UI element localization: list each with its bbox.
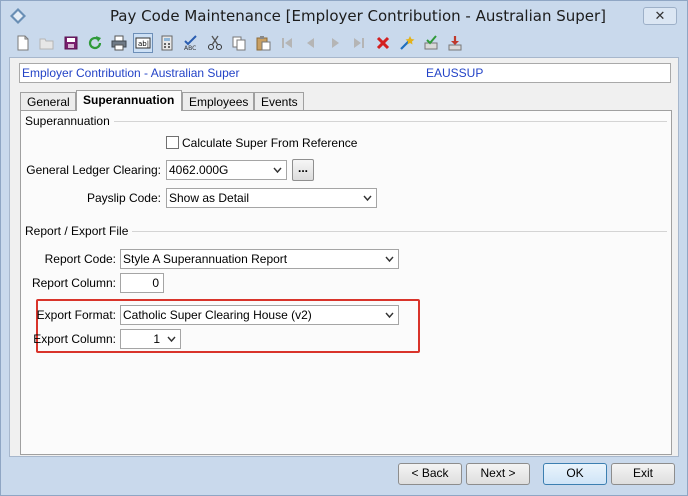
- last-record-icon[interactable]: [349, 33, 369, 53]
- gl-clearing-combo[interactable]: 4062.000G: [166, 160, 287, 180]
- chevron-down-icon: [363, 195, 372, 202]
- refresh-icon[interactable]: [85, 33, 105, 53]
- tab-events[interactable]: Events: [254, 92, 304, 110]
- delete-icon[interactable]: [373, 33, 393, 53]
- pay-code-header: Employer Contribution - Australian Super…: [19, 63, 671, 83]
- client-area: Employer Contribution - Australian Super…: [9, 57, 679, 485]
- svg-text:ab|: ab|: [138, 40, 149, 48]
- print-icon[interactable]: [109, 33, 129, 53]
- chevron-down-icon: [385, 312, 394, 319]
- chevron-down-icon: [273, 167, 282, 174]
- pay-code-name: Employer Contribution - Australian Super: [22, 66, 240, 80]
- tab-superannuation[interactable]: Superannuation: [76, 90, 182, 111]
- tab-general[interactable]: General: [20, 92, 76, 110]
- new-icon[interactable]: [13, 33, 33, 53]
- cut-icon[interactable]: [205, 33, 225, 53]
- gl-clearing-value: 4062.000G: [169, 163, 229, 177]
- exit-button[interactable]: Exit: [611, 463, 675, 485]
- export-column-value: 1: [153, 332, 160, 346]
- report-code-label: Report Code:: [44, 252, 116, 266]
- superannuation-group-title: Superannuation: [25, 114, 114, 128]
- superannuation-panel: Superannuation Calculate Super From Refe…: [20, 110, 672, 455]
- pay-code-id: EAUSSUP: [426, 66, 484, 80]
- import-icon[interactable]: [445, 33, 465, 53]
- window-title: Pay Code Maintenance [Employer Contribut…: [109, 7, 607, 25]
- ok-button[interactable]: OK: [543, 463, 607, 485]
- export-column-combo[interactable]: 1: [120, 329, 181, 349]
- pay-code-window: Pay Code Maintenance [Employer Contribut…: [0, 0, 688, 496]
- report-column-label: Report Column:: [31, 276, 116, 290]
- copy-icon[interactable]: [229, 33, 249, 53]
- calc-from-reference-checkbox[interactable]: [166, 136, 179, 149]
- back-button[interactable]: < Back: [398, 463, 462, 485]
- paste-icon[interactable]: [253, 33, 273, 53]
- svg-text:ABC: ABC: [184, 45, 196, 51]
- chevron-down-icon: [167, 336, 176, 343]
- payslip-code-label: Payslip Code:: [86, 191, 161, 205]
- wizard-icon[interactable]: [397, 33, 417, 53]
- save-icon[interactable]: [61, 33, 81, 53]
- gl-clearing-label: General Ledger Clearing:: [26, 163, 161, 177]
- gl-lookup-button[interactable]: ...: [292, 159, 314, 181]
- close-button[interactable]: ✕: [643, 7, 677, 25]
- calc-from-reference-label: Calculate Super From Reference: [182, 136, 358, 150]
- first-record-icon[interactable]: [277, 33, 297, 53]
- report-export-group-title: Report / Export File: [25, 224, 133, 238]
- report-code-value: Style A Superannuation Report: [123, 252, 288, 266]
- payslip-code-value: Show as Detail: [169, 191, 250, 205]
- toolbar: ab| ABC: [9, 33, 679, 55]
- report-export-group: Report / Export File: [25, 224, 667, 238]
- text-field-icon[interactable]: ab|: [133, 33, 153, 53]
- export-format-combo[interactable]: Catholic Super Clearing House (v2): [120, 305, 399, 325]
- title-bar: Pay Code Maintenance [Employer Contribut…: [1, 1, 687, 31]
- chevron-down-icon: [385, 256, 394, 263]
- report-column-input[interactable]: 0: [120, 273, 164, 293]
- payslip-code-combo[interactable]: Show as Detail: [166, 188, 377, 208]
- next-record-icon[interactable]: [325, 33, 345, 53]
- export-format-label: Export Format:: [36, 308, 116, 322]
- open-icon[interactable]: [37, 33, 57, 53]
- export-column-label: Export Column:: [33, 332, 116, 346]
- next-button[interactable]: Next >: [466, 463, 530, 485]
- export-format-value: Catholic Super Clearing House (v2): [123, 308, 312, 322]
- previous-record-icon[interactable]: [301, 33, 321, 53]
- approve-icon[interactable]: [421, 33, 441, 53]
- calculator-icon[interactable]: [157, 33, 177, 53]
- superannuation-group: Superannuation: [25, 114, 667, 128]
- report-code-combo[interactable]: Style A Superannuation Report: [120, 249, 399, 269]
- spell-check-icon[interactable]: ABC: [181, 33, 201, 53]
- tab-employees[interactable]: Employees: [182, 92, 254, 110]
